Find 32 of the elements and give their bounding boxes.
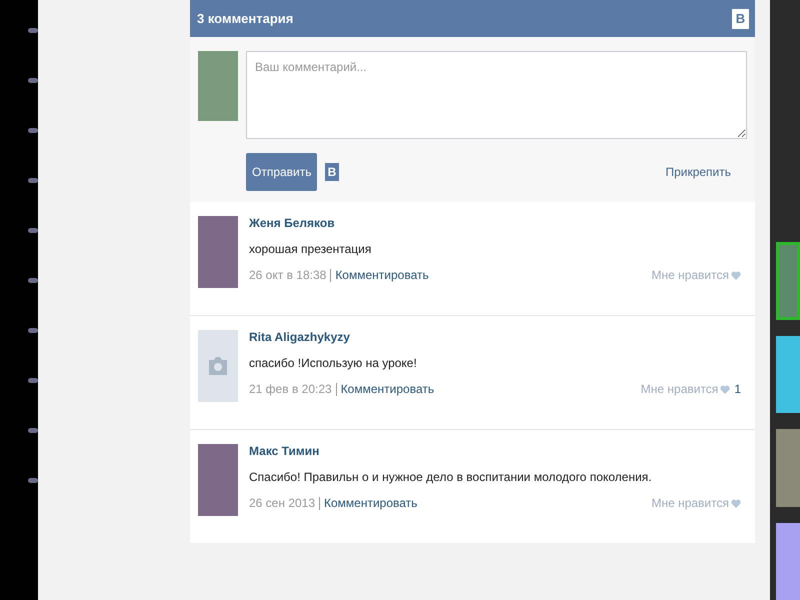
- slide-thumbnail[interactable]: [776, 522, 800, 600]
- reply-link[interactable]: Комментировать: [324, 496, 418, 510]
- slide-thumbnail[interactable]: [776, 429, 800, 507]
- slide-thumbnail[interactable]: [776, 242, 800, 320]
- comment-date[interactable]: 26 сен 2013: [249, 496, 316, 510]
- heart-icon: [731, 498, 741, 508]
- comment-text: спасибо !Использую на уроке!: [249, 356, 418, 370]
- send-button[interactable]: Отправить: [246, 153, 317, 191]
- comment-field[interactable]: Ваш комментарий...: [246, 51, 747, 139]
- avatar-photo[interactable]: [198, 216, 238, 288]
- comment-text: Спасибо! Правильн о и нужное дело в воспитании молодого поколения.: [249, 470, 653, 484]
- camera-icon: [207, 356, 229, 376]
- author-name[interactable]: Женя Беляков: [249, 216, 741, 230]
- comments-title: 3 комментария: [197, 11, 294, 26]
- comment-date[interactable]: 26 окт в 18:38: [249, 268, 326, 282]
- author-name[interactable]: Макс Тимин: [249, 444, 741, 458]
- slide-thumbnail[interactable]: [776, 336, 800, 414]
- avatar-photo[interactable]: [198, 444, 238, 516]
- like-count: 1: [734, 382, 741, 396]
- like-button[interactable]: Мне нравится 1: [640, 382, 741, 396]
- vk-logo[interactable]: В: [325, 163, 339, 181]
- comment-date[interactable]: 21 фев в 20:23: [249, 382, 332, 396]
- vk-logo: В: [732, 8, 749, 28]
- user-avatar-photo: [198, 51, 238, 121]
- author-name[interactable]: Rita Aligazhykyzy: [249, 330, 741, 344]
- comment-text: хорошая презентация: [249, 242, 372, 256]
- reply-link[interactable]: Комментировать: [335, 268, 429, 282]
- attach-link[interactable]: Прикрепить: [665, 165, 731, 179]
- reply-link[interactable]: Комментировать: [340, 382, 434, 396]
- heart-icon: [731, 270, 741, 280]
- avatar-placeholder[interactable]: [198, 330, 238, 402]
- heart-icon: [720, 384, 730, 394]
